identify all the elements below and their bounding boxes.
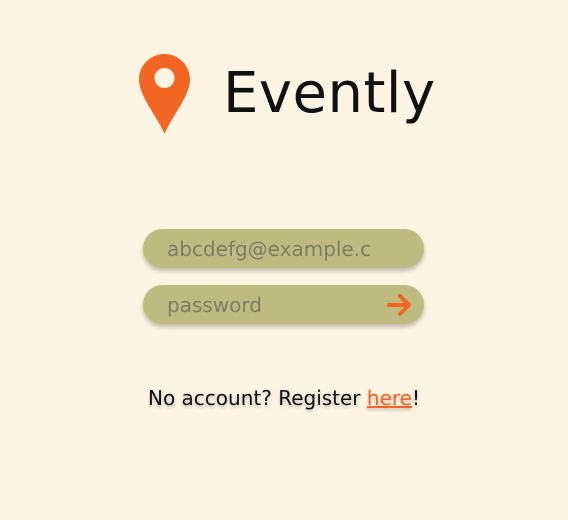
register-link[interactable]: here (367, 386, 412, 410)
password-field-container (143, 285, 424, 324)
email-input[interactable] (143, 229, 424, 268)
brand-header: Evently (139, 52, 436, 136)
email-field-container (143, 229, 424, 268)
register-suffix: ! (411, 386, 420, 410)
register-text: No account? Register (147, 386, 367, 410)
app-title: Evently (223, 61, 436, 126)
submit-button[interactable] (386, 291, 414, 319)
map-pin-icon (139, 54, 190, 134)
password-input[interactable] (143, 285, 424, 324)
arrow-right-icon (387, 294, 411, 316)
register-prompt: No account? Register here! (0, 386, 568, 410)
